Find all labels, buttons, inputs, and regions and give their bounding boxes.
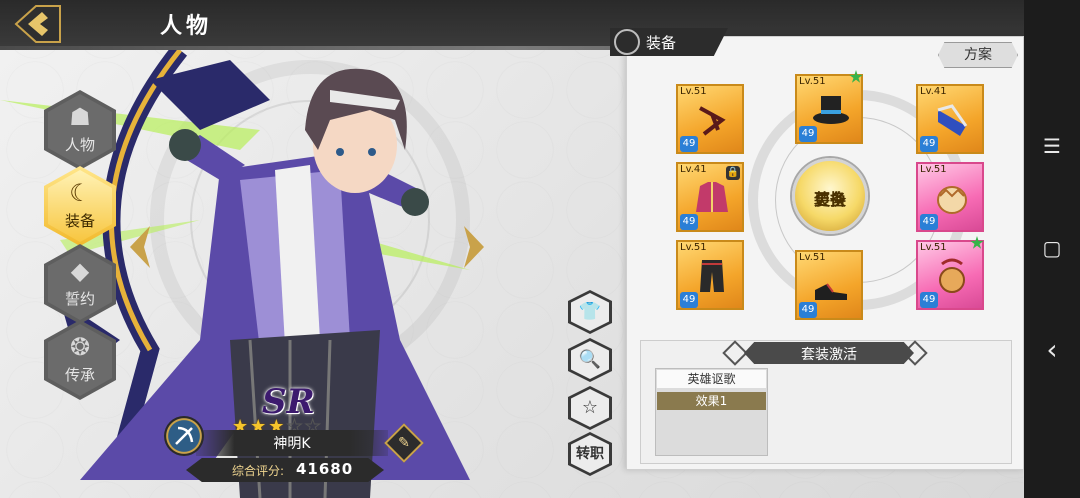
outfit-icon: 👕 [578,301,602,322]
equipment-slot-bracer[interactable]: Lv.41 49 [916,84,984,154]
set-effect: 效果1 [657,392,766,410]
nav-tab-label: 装备 [64,212,95,230]
slot-count: 49 [920,136,938,152]
nav-tab-inheritance[interactable]: ❂ 传承 [44,320,116,400]
game-screen: 人物 ☗ 人物 ☾ 装备 ◆ 誓约 ❂ 传承 SR ★★★★★ 神明K ✎ 综合… [0,0,1024,498]
equipment-title: 装备 [646,34,677,52]
slot-count: 49 [920,214,938,230]
slot-level: Lv.51 [920,242,947,253]
plan-button[interactable]: 方案 [938,42,1018,68]
equipment-slot-feet[interactable]: Lv.51 49 [795,250,863,320]
set-name: 英雄讴歌 [657,370,766,388]
equipment-slot-head[interactable]: Lv.51 49 [795,70,863,144]
moon-icon [614,29,640,55]
egg-shell-icon [937,186,967,214]
swap-equipment-button[interactable]: 更换 装备 [792,158,868,234]
back-button[interactable] [12,4,70,44]
slot-count: 49 [799,126,817,142]
star-icon: ☆ [581,397,599,418]
portrait-icon: ☗ [69,103,91,131]
nav-tab-label: 誓约 [64,290,95,308]
equipment-slot-legs[interactable]: Lv.51 49 [676,240,744,310]
equipment-slot-body[interactable]: Lv.41 🔒 49 [676,162,744,232]
nav-tab-character[interactable]: ☗ 人物 [44,90,116,170]
inheritance-icon: ❂ [69,333,91,361]
job-change-button[interactable]: 转职 [568,432,612,476]
back-nav-icon[interactable]: ‹ [1024,330,1080,370]
slot-count: 49 [680,214,698,230]
menu-icon[interactable]: ☰ [1024,126,1080,166]
nav-tab-label: 传承 [64,366,95,384]
magnify-icon: 🔍 [578,349,602,370]
top-hat-icon [813,96,849,124]
job-change-label: 转职 [576,446,604,462]
pants-icon [700,260,724,292]
equipment-icon: ☾ [69,179,91,207]
slot-level: Lv.51 [799,252,826,263]
pencil-icon: ✎ [398,435,410,451]
previous-character-arrow[interactable] [126,224,152,270]
slot-count: 49 [920,292,938,308]
nav-tab-label: 人物 [64,136,95,154]
equipment-slot-charm[interactable]: Lv.51 49 [916,236,984,310]
set-bonus-title: 套装激活 [801,347,857,363]
slot-count: 49 [680,136,698,152]
swap-label-line2: 装备 [813,190,846,209]
character-name: 神明K [273,436,311,452]
charm-icon [939,258,965,293]
inspect-button[interactable]: 🔍 [568,338,612,382]
slot-count: 49 [680,292,698,308]
crystal-icon: ◆ [70,257,90,285]
slot-level: Lv.51 [799,76,826,87]
system-nav-bar: ☰ ▢ ‹ [1024,0,1080,498]
page-title: 人物 [160,13,213,39]
claw-accessory-icon [699,106,726,136]
slot-level: Lv.51 [680,86,707,97]
slot-level: Lv.41 [920,86,947,97]
home-icon[interactable]: ▢ [1024,228,1080,268]
equipment-slot-relic[interactable]: Lv.51 49 [916,162,984,232]
score-label: 综合评分: [232,464,285,478]
slot-level: Lv.51 [680,242,707,253]
score-value: 41680 [296,460,354,478]
score-bar [186,458,384,482]
nav-tab-equipment[interactable]: ☾ 装备 [44,166,116,246]
slot-count: 49 [799,302,817,318]
next-character-arrow[interactable] [462,224,488,270]
bow-class-icon[interactable] [164,416,204,456]
jacket-icon [696,182,728,212]
back-arrow-icon [14,5,61,43]
favorite-button[interactable]: ☆ [568,386,612,430]
shoes-icon [815,283,847,300]
nav-tab-oath[interactable]: ◆ 誓约 [44,244,116,324]
bracer-icon [937,104,968,136]
equipment-slot-accessory[interactable]: Lv.51 49 [676,84,744,154]
slot-level: Lv.41 [680,164,707,175]
outfit-button[interactable]: 👕 [568,290,612,334]
slot-level: Lv.51 [920,164,947,175]
